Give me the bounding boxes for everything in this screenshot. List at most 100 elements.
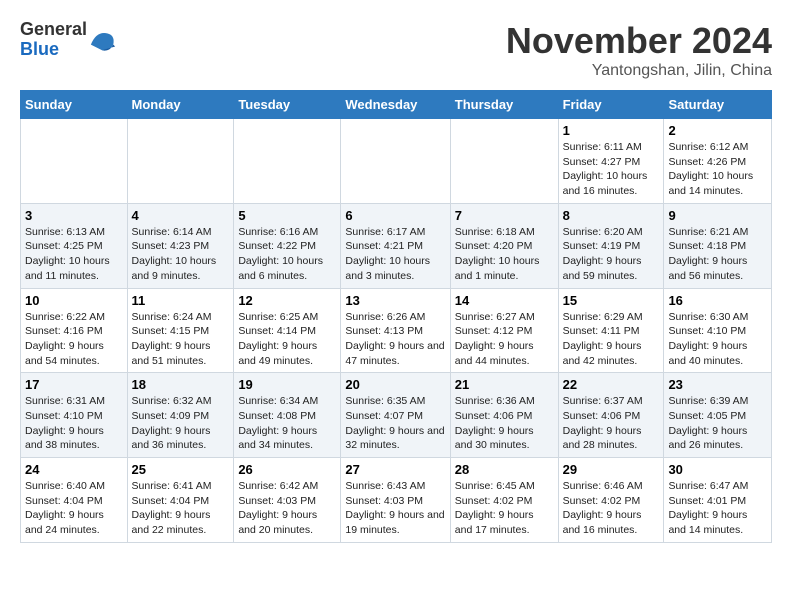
day-info: Sunrise: 6:30 AM Sunset: 4:10 PM Dayligh… <box>668 310 767 369</box>
calendar-cell: 30Sunrise: 6:47 AM Sunset: 4:01 PM Dayli… <box>664 458 772 543</box>
day-info: Sunrise: 6:29 AM Sunset: 4:11 PM Dayligh… <box>563 310 660 369</box>
logo: General Blue <box>20 20 117 60</box>
calendar-week-2: 3 Sunrise: 6:13 AM Sunset: 4:25 PM Daylig… <box>21 203 772 288</box>
day-number: 28 <box>455 462 554 477</box>
calendar-cell: 16 Sunrise: 6:30 AM Sunset: 4:10 PM Dayli… <box>664 288 772 373</box>
day-info: Sunrise: 6:11 AM Sunset: 4:27 PM Dayligh… <box>563 140 660 199</box>
day-info: Sunrise: 6:47 AM Sunset: 4:01 PM Dayligh… <box>668 479 767 538</box>
day-number: 22 <box>563 377 660 392</box>
calendar-cell: 4 Sunrise: 6:14 AM Sunset: 4:23 PM Daylig… <box>127 203 234 288</box>
calendar-week-4: 17 Sunrise: 6:31 AM Sunset: 4:10 PM Dayli… <box>21 373 772 458</box>
day-info: Sunrise: 6:17 AM Sunset: 4:21 PM Dayligh… <box>345 225 445 284</box>
day-info: Sunrise: 6:40 AM Sunset: 4:04 PM Dayligh… <box>25 479 123 538</box>
day-number: 23 <box>668 377 767 392</box>
day-number: 8 <box>563 208 660 223</box>
day-number: 1 <box>563 123 660 138</box>
weekday-header-friday: Friday <box>558 91 664 119</box>
day-number: 26 <box>238 462 336 477</box>
logo-general: General <box>20 19 87 39</box>
calendar-cell: 15 Sunrise: 6:29 AM Sunset: 4:11 PM Dayli… <box>558 288 664 373</box>
day-number: 19 <box>238 377 336 392</box>
calendar-cell: 29Sunrise: 6:46 AM Sunset: 4:02 PM Dayli… <box>558 458 664 543</box>
day-number: 16 <box>668 293 767 308</box>
day-number: 11 <box>132 293 230 308</box>
day-info: Sunrise: 6:14 AM Sunset: 4:23 PM Dayligh… <box>132 225 230 284</box>
weekday-header-wednesday: Wednesday <box>341 91 450 119</box>
calendar-cell: 18 Sunrise: 6:32 AM Sunset: 4:09 PM Dayli… <box>127 373 234 458</box>
weekday-header-monday: Monday <box>127 91 234 119</box>
calendar-cell: 26 Sunrise: 6:42 AM Sunset: 4:03 PM Dayli… <box>234 458 341 543</box>
calendar-cell: 12Sunrise: 6:25 AM Sunset: 4:14 PM Dayli… <box>234 288 341 373</box>
calendar-cell: 28 Sunrise: 6:45 AM Sunset: 4:02 PM Dayli… <box>450 458 558 543</box>
calendar-week-5: 24 Sunrise: 6:40 AM Sunset: 4:04 PM Dayli… <box>21 458 772 543</box>
day-info: Sunrise: 6:22 AM Sunset: 4:16 PM Dayligh… <box>25 310 123 369</box>
calendar-cell <box>450 119 558 204</box>
weekday-header-thursday: Thursday <box>450 91 558 119</box>
page-header: General Blue November 2024 Yantongshan, … <box>20 20 772 80</box>
day-number: 7 <box>455 208 554 223</box>
logo-icon <box>89 26 117 54</box>
day-number: 24 <box>25 462 123 477</box>
day-number: 13 <box>345 293 445 308</box>
day-info: Sunrise: 6:21 AM Sunset: 4:18 PM Dayligh… <box>668 225 767 284</box>
weekday-header-row: SundayMondayTuesdayWednesdayThursdayFrid… <box>21 91 772 119</box>
day-info: Sunrise: 6:35 AM Sunset: 4:07 PM Dayligh… <box>345 394 445 453</box>
calendar-cell: 14Sunrise: 6:27 AM Sunset: 4:12 PM Dayli… <box>450 288 558 373</box>
day-number: 2 <box>668 123 767 138</box>
day-info: Sunrise: 6:42 AM Sunset: 4:03 PM Dayligh… <box>238 479 336 538</box>
day-number: 21 <box>455 377 554 392</box>
day-info: Sunrise: 6:43 AM Sunset: 4:03 PM Dayligh… <box>345 479 445 538</box>
day-info: Sunrise: 6:36 AM Sunset: 4:06 PM Dayligh… <box>455 394 554 453</box>
calendar-week-3: 10 Sunrise: 6:22 AM Sunset: 4:16 PM Dayli… <box>21 288 772 373</box>
day-number: 15 <box>563 293 660 308</box>
calendar-header: SundayMondayTuesdayWednesdayThursdayFrid… <box>21 91 772 119</box>
day-number: 17 <box>25 377 123 392</box>
calendar-cell: 8 Sunrise: 6:20 AM Sunset: 4:19 PM Daylig… <box>558 203 664 288</box>
calendar-cell: 3 Sunrise: 6:13 AM Sunset: 4:25 PM Daylig… <box>21 203 128 288</box>
day-info: Sunrise: 6:37 AM Sunset: 4:06 PM Dayligh… <box>563 394 660 453</box>
day-info: Sunrise: 6:26 AM Sunset: 4:13 PM Dayligh… <box>345 310 445 369</box>
calendar-body: 1 Sunrise: 6:11 AM Sunset: 4:27 PM Daylig… <box>21 119 772 543</box>
day-info: Sunrise: 6:34 AM Sunset: 4:08 PM Dayligh… <box>238 394 336 453</box>
day-number: 4 <box>132 208 230 223</box>
day-info: Sunrise: 6:18 AM Sunset: 4:20 PM Dayligh… <box>455 225 554 284</box>
day-info: Sunrise: 6:39 AM Sunset: 4:05 PM Dayligh… <box>668 394 767 453</box>
logo-blue: Blue <box>20 39 59 59</box>
calendar-cell: 7 Sunrise: 6:18 AM Sunset: 4:20 PM Daylig… <box>450 203 558 288</box>
day-info: Sunrise: 6:20 AM Sunset: 4:19 PM Dayligh… <box>563 225 660 284</box>
day-number: 3 <box>25 208 123 223</box>
day-info: Sunrise: 6:25 AM Sunset: 4:14 PM Dayligh… <box>238 310 336 369</box>
day-number: 5 <box>238 208 336 223</box>
day-info: Sunrise: 6:13 AM Sunset: 4:25 PM Dayligh… <box>25 225 123 284</box>
calendar-cell: 17 Sunrise: 6:31 AM Sunset: 4:10 PM Dayli… <box>21 373 128 458</box>
day-info: Sunrise: 6:12 AM Sunset: 4:26 PM Dayligh… <box>668 140 767 199</box>
weekday-header-sunday: Sunday <box>21 91 128 119</box>
calendar-week-1: 1 Sunrise: 6:11 AM Sunset: 4:27 PM Daylig… <box>21 119 772 204</box>
day-info: Sunrise: 6:45 AM Sunset: 4:02 PM Dayligh… <box>455 479 554 538</box>
day-number: 6 <box>345 208 445 223</box>
day-number: 29 <box>563 462 660 477</box>
day-info: Sunrise: 6:24 AM Sunset: 4:15 PM Dayligh… <box>132 310 230 369</box>
weekday-header-tuesday: Tuesday <box>234 91 341 119</box>
calendar-cell: 24 Sunrise: 6:40 AM Sunset: 4:04 PM Dayli… <box>21 458 128 543</box>
day-number: 18 <box>132 377 230 392</box>
calendar-cell: 19 Sunrise: 6:34 AM Sunset: 4:08 PM Dayli… <box>234 373 341 458</box>
calendar-cell: 10 Sunrise: 6:22 AM Sunset: 4:16 PM Dayli… <box>21 288 128 373</box>
day-number: 10 <box>25 293 123 308</box>
day-info: Sunrise: 6:31 AM Sunset: 4:10 PM Dayligh… <box>25 394 123 453</box>
calendar-cell <box>341 119 450 204</box>
calendar-cell <box>234 119 341 204</box>
calendar-cell: 25Sunrise: 6:41 AM Sunset: 4:04 PM Dayli… <box>127 458 234 543</box>
calendar-table: SundayMondayTuesdayWednesdayThursdayFrid… <box>20 90 772 543</box>
calendar-cell <box>21 119 128 204</box>
day-number: 27 <box>345 462 445 477</box>
calendar-cell: 5Sunrise: 6:16 AM Sunset: 4:22 PM Daylig… <box>234 203 341 288</box>
calendar-cell: 23 Sunrise: 6:39 AM Sunset: 4:05 PM Dayli… <box>664 373 772 458</box>
day-number: 14 <box>455 293 554 308</box>
day-info: Sunrise: 6:32 AM Sunset: 4:09 PM Dayligh… <box>132 394 230 453</box>
weekday-header-saturday: Saturday <box>664 91 772 119</box>
day-info: Sunrise: 6:41 AM Sunset: 4:04 PM Dayligh… <box>132 479 230 538</box>
calendar-cell: 27 Sunrise: 6:43 AM Sunset: 4:03 PM Dayli… <box>341 458 450 543</box>
calendar-cell: 20Sunrise: 6:35 AM Sunset: 4:07 PM Dayli… <box>341 373 450 458</box>
calendar-cell: 21 Sunrise: 6:36 AM Sunset: 4:06 PM Dayli… <box>450 373 558 458</box>
